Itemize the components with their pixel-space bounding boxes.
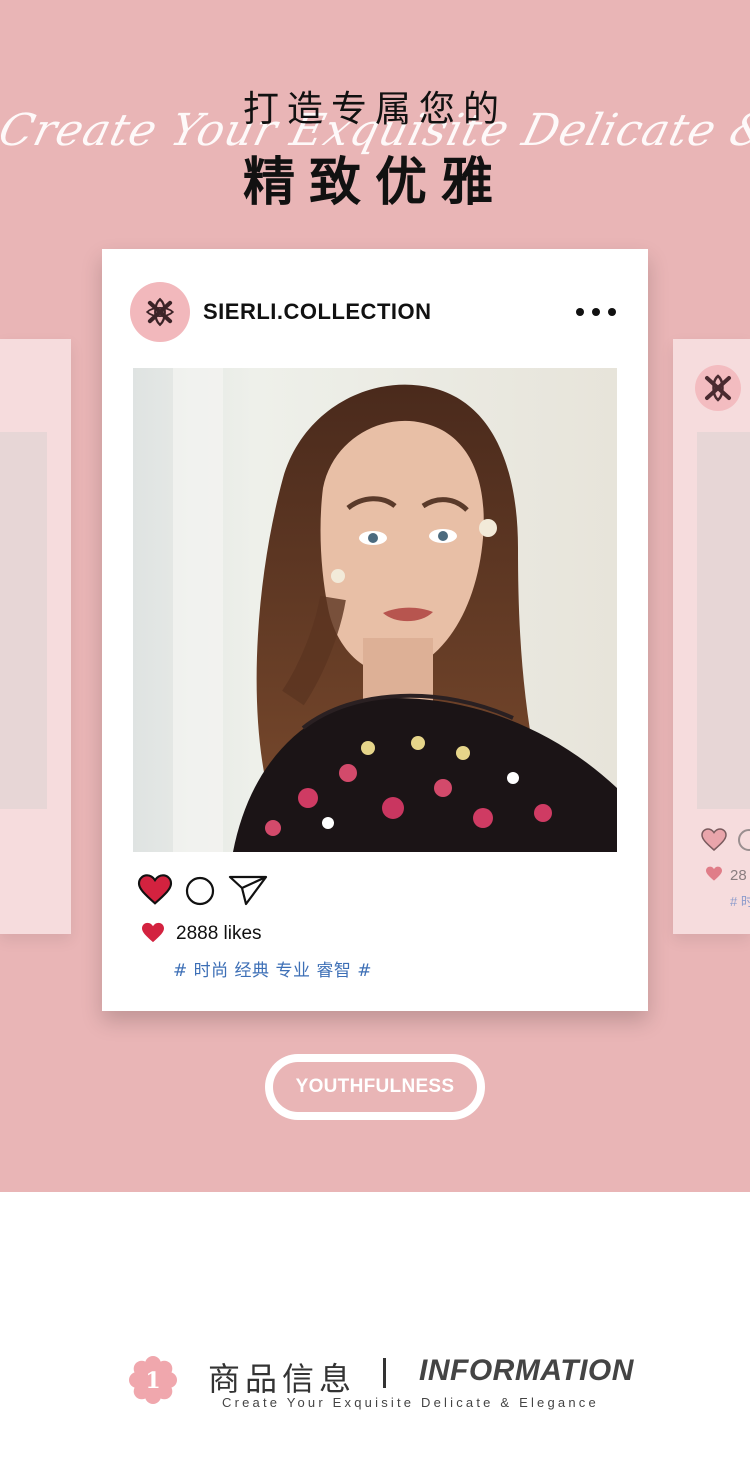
side-card-tag: # 时 bbox=[730, 894, 750, 909]
side-card-avatar bbox=[695, 365, 741, 411]
more-icon[interactable] bbox=[576, 299, 616, 325]
avatar[interactable] bbox=[130, 282, 190, 342]
side-card-left bbox=[0, 339, 71, 934]
info-divider bbox=[383, 1358, 386, 1388]
logo-icon bbox=[705, 374, 731, 402]
post-photo bbox=[133, 368, 617, 852]
hero-section: Create Your Exquisite Delicate & Eleganc… bbox=[0, 0, 750, 1192]
info-title-cn: 商品信息 bbox=[208, 1360, 357, 1398]
hero-title-top: 打造专属您的 bbox=[242, 89, 507, 130]
info-number: 1 bbox=[145, 1368, 160, 1394]
model-photo-image bbox=[133, 368, 617, 852]
side-card-likes: 28 bbox=[730, 867, 747, 884]
hero-title-main: 精致优雅 bbox=[242, 153, 507, 213]
post-card: SIERLI.COLLECTION 2888 likes # 时尚 经典 专业 … bbox=[102, 249, 648, 1011]
heart-icon[interactable] bbox=[137, 874, 173, 906]
post-hashtags[interactable]: # 时尚 经典 专业 睿智 # bbox=[173, 956, 372, 981]
youthfulness-button-label: YOUTHFULNESS bbox=[273, 1062, 477, 1112]
youthfulness-button[interactable]: YOUTHFULNESS bbox=[265, 1054, 485, 1120]
info-subtitle: Create Your Exquisite Delicate & Eleganc… bbox=[222, 1395, 599, 1410]
side-card-right-photo bbox=[697, 432, 750, 809]
comment-icon bbox=[738, 829, 750, 851]
comment-icon[interactable] bbox=[185, 876, 215, 906]
flower-number-icon: 1 bbox=[129, 1356, 177, 1404]
heart-icon bbox=[701, 828, 727, 851]
info-section: 1 商品信息 INFORMATION Create Your Exquisite… bbox=[0, 1340, 750, 1420]
side-card-right: 28 # 时 bbox=[673, 339, 750, 934]
side-card-left-photo bbox=[0, 432, 47, 809]
logo-icon bbox=[145, 297, 175, 327]
likes-count[interactable]: 2888 likes bbox=[176, 923, 262, 945]
info-title-en: INFORMATION bbox=[419, 1354, 634, 1387]
heart-icon bbox=[142, 922, 164, 943]
heart-icon bbox=[706, 866, 722, 881]
post-username[interactable]: SIERLI.COLLECTION bbox=[203, 299, 432, 325]
share-icon[interactable] bbox=[228, 874, 268, 906]
